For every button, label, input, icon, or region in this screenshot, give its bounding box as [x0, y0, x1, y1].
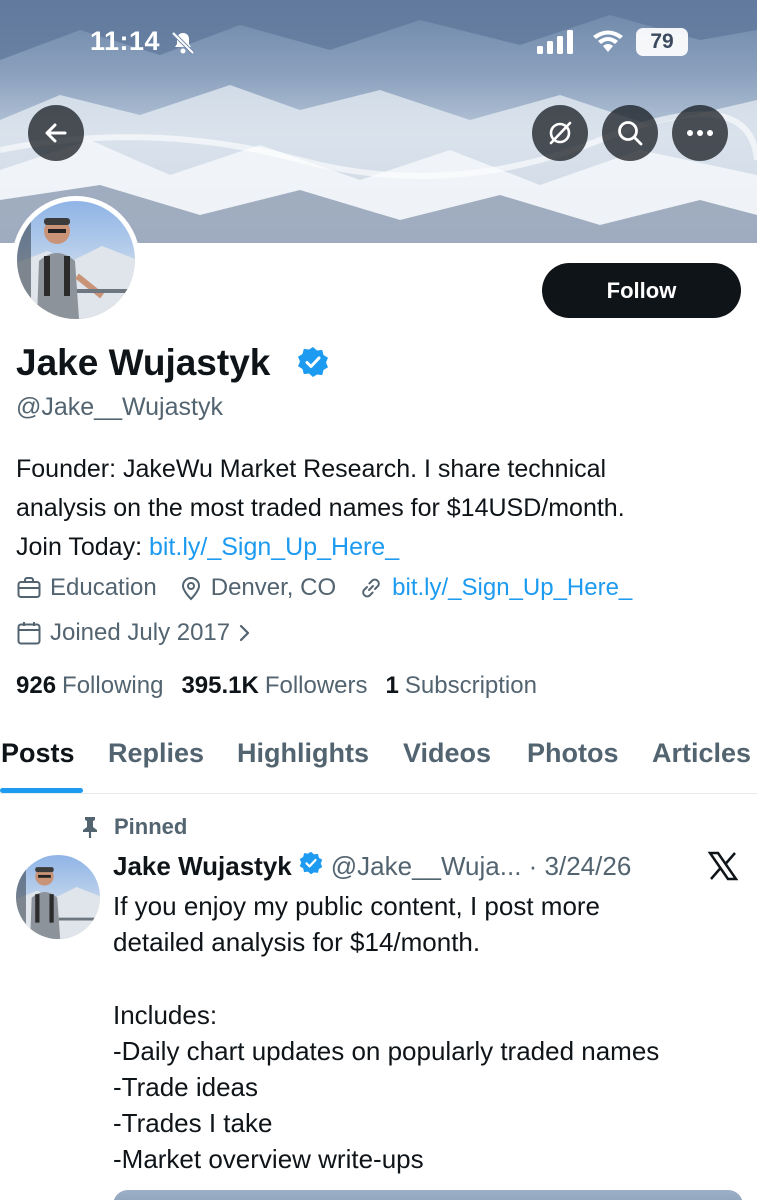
- tweet-line: detailed analysis for $14/month.: [113, 927, 481, 958]
- profile-handle: @Jake__Wujastyk: [16, 393, 223, 421]
- tweet-author-name[interactable]: Jake Wujastyk: [113, 851, 292, 882]
- bell-muted-icon: [170, 30, 196, 61]
- bio-line: Founder: JakeWu Market Research. I share…: [16, 455, 607, 483]
- website-link[interactable]: bit.ly/_Sign_Up_Here_: [392, 574, 632, 602]
- website-item[interactable]: bit.ly/_Sign_Up_Here_: [358, 574, 632, 602]
- followers-number: 395.1K: [181, 672, 259, 699]
- pin-icon: [83, 817, 97, 838]
- avatar-photo: [17, 201, 135, 319]
- tweet-line: Includes:: [113, 999, 218, 1030]
- tab-active-indicator: [0, 788, 83, 793]
- profile-name: Jake Wujastyk: [16, 342, 271, 383]
- location-pin-icon: [181, 577, 200, 601]
- tab-posts[interactable]: Posts: [1, 738, 75, 769]
- status-time: 11:14: [90, 26, 161, 56]
- tweet-media-preview[interactable]: [113, 1190, 743, 1200]
- cellular-signal-icon: [537, 30, 577, 59]
- tab-articles[interactable]: Articles: [652, 738, 751, 769]
- pinned-label: Pinned: [80, 814, 187, 840]
- calendar-icon: [17, 622, 41, 645]
- bio-link[interactable]: bit.ly/_Sign_Up_Here_: [149, 533, 399, 561]
- profile-counts: 926 Following 395.1K Followers 1 Subscripti…: [16, 672, 555, 700]
- profile-bio: Founder: JakeWu Market Research. I share…: [16, 450, 746, 567]
- back-button[interactable]: [28, 105, 84, 161]
- wifi-icon: [592, 30, 624, 59]
- tweet-line: -Trade ideas: [113, 1072, 258, 1102]
- location-text: Denver, CO: [210, 574, 337, 601]
- follow-button[interactable]: Follow: [542, 263, 741, 318]
- x-logo-icon: [707, 850, 739, 887]
- joined-row[interactable]: Joined July 2017: [16, 619, 260, 647]
- tweet-avatar[interactable]: [16, 855, 100, 939]
- joined-text: Joined July 2017: [50, 619, 231, 646]
- category-item: Education: [16, 574, 157, 602]
- tab-videos[interactable]: Videos: [403, 738, 491, 769]
- grok-icon: [549, 121, 572, 145]
- profile-avatar[interactable]: [12, 196, 140, 324]
- pinned-text: Pinned: [114, 814, 188, 839]
- more-button[interactable]: [672, 105, 728, 161]
- tab-highlights[interactable]: Highlights: [237, 738, 369, 769]
- tab-photos[interactable]: Photos: [527, 738, 619, 769]
- back-arrow-icon: [45, 123, 67, 143]
- tweet-line: -Trades I take: [113, 1108, 273, 1139]
- following-number: 926: [16, 672, 57, 699]
- verified-badge-icon: [299, 851, 323, 882]
- more-icon: [687, 130, 713, 136]
- subscription-number: 1: [385, 672, 399, 699]
- bio-line: Join Today: bit.ly/_Sign_Up_Here_: [16, 528, 746, 567]
- following-count[interactable]: 926 Following: [16, 672, 163, 700]
- tweet-header: Jake Wujastyk @Jake__Wuja... · 3/24/26: [113, 851, 631, 882]
- verified-badge-icon[interactable]: [297, 346, 329, 383]
- following-label: Following: [62, 672, 164, 699]
- chevron-right-icon: [240, 624, 250, 642]
- link-icon: [362, 578, 380, 598]
- subscription-count[interactable]: 1 Subscription: [386, 672, 537, 700]
- category-text: Education: [50, 574, 157, 601]
- followers-count[interactable]: 395.1K Followers: [181, 672, 367, 700]
- location-item: Denver, CO: [179, 574, 336, 602]
- search-button[interactable]: [602, 105, 658, 161]
- tweet-line: -Market overview write-ups: [113, 1144, 424, 1175]
- tab-replies[interactable]: Replies: [108, 738, 204, 769]
- status-bar: 11:14 79: [0, 22, 757, 62]
- subscription-label: Subscription: [404, 672, 537, 699]
- tweet-text: If you enjoy my public content, I post m…: [113, 888, 743, 1178]
- tweet-line: -Daily chart updates on popularly traded…: [113, 1035, 660, 1066]
- grok-button[interactable]: [532, 105, 588, 161]
- battery-indicator: 79: [636, 28, 688, 56]
- profile-meta-row: Education Denver, CO bit.ly/_Sign_Up_Her…: [16, 574, 654, 602]
- profile-tabs: Posts Replies Highlights Videos Photos A…: [0, 736, 757, 794]
- tweet-handle-date: @Jake__Wuja... · 3/24/26: [330, 851, 632, 881]
- tweet-line: If you enjoy my public content, I post m…: [113, 891, 601, 921]
- followers-label: Followers: [264, 672, 368, 699]
- bio-line-text: Join Today:: [16, 533, 149, 561]
- tweet-line: [113, 960, 743, 996]
- briefcase-icon: [17, 577, 41, 598]
- search-icon: [618, 121, 643, 146]
- bio-line: analysis on the most traded names for $1…: [16, 494, 625, 522]
